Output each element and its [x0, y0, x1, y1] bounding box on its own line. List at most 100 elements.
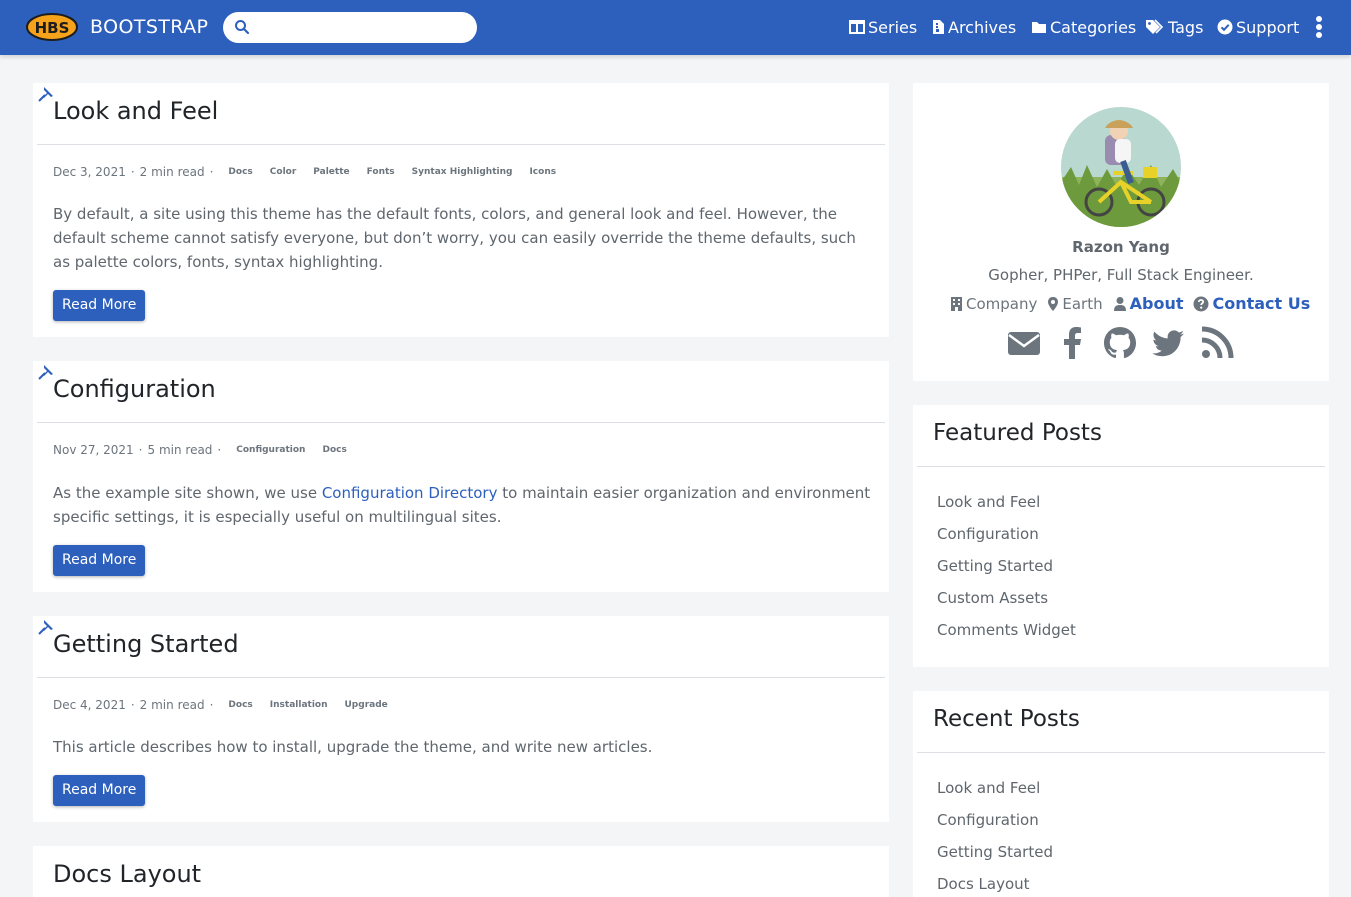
featured-posts-title: Featured Posts: [933, 420, 1102, 446]
post-meta: Dec 3, 2021 · 2 min read · Docs Color Pa…: [53, 165, 558, 179]
post-title[interactable]: Getting Started: [53, 630, 239, 658]
brand-name[interactable]: BOOTSTRAP: [90, 16, 208, 38]
folder-icon: [1032, 22, 1046, 33]
profile-name: Razon Yang: [1072, 238, 1170, 256]
recent-post-link[interactable]: Configuration: [937, 811, 1039, 829]
rss-icon[interactable]: [1200, 326, 1234, 360]
contact-link[interactable]: Contact Us: [1193, 294, 1310, 313]
recent-post-link[interactable]: Look and Feel: [937, 779, 1040, 797]
github-icon[interactable]: [1103, 326, 1137, 360]
read-more-button[interactable]: Read More: [53, 545, 146, 576]
check-circle-icon: [1217, 19, 1233, 35]
question-circle-icon: [1193, 296, 1209, 311]
columns-icon: [849, 20, 865, 34]
svg-text:HBS: HBS: [35, 19, 70, 37]
tag-docs[interactable]: Docs: [226, 698, 254, 712]
post-title[interactable]: Look and Feel: [53, 97, 218, 125]
post-summary: This article describes how to install, u…: [53, 738, 653, 756]
featured-post-link[interactable]: Configuration: [937, 525, 1039, 543]
divider: [917, 466, 1325, 467]
tag-docs[interactable]: Docs: [226, 165, 254, 179]
tag-upgrade[interactable]: Upgrade: [343, 698, 390, 712]
map-marker-icon: [1048, 296, 1059, 311]
recent-post-link[interactable]: Getting Started: [937, 843, 1053, 861]
nav-support[interactable]: Support: [1217, 17, 1299, 37]
tag-fonts[interactable]: Fonts: [365, 165, 397, 179]
tag-icons[interactable]: Icons: [527, 165, 558, 179]
featured-post-link[interactable]: Custom Assets: [937, 589, 1048, 607]
read-more-button[interactable]: Read More: [53, 290, 146, 321]
facebook-icon[interactable]: [1056, 326, 1090, 360]
top-navbar: HBS BOOTSTRAP Series Archives Categories: [0, 0, 1351, 55]
profile-company: Company: [950, 295, 1037, 313]
nav-archives-label: Archives: [948, 17, 1017, 37]
tag-configuration[interactable]: Configuration: [234, 443, 307, 457]
post-date: Nov 27, 2021: [53, 443, 134, 457]
tag-docs[interactable]: Docs: [320, 443, 348, 457]
recent-posts-title: Recent Posts: [933, 706, 1080, 732]
nav-archives[interactable]: Archives: [932, 17, 1016, 37]
post-card-docs-layout: Docs Layout: [33, 846, 889, 897]
featured-posts-card: Featured Posts Look and Feel Configurati…: [913, 405, 1329, 667]
search-icon: [235, 20, 250, 35]
nav-categories-label: Categories: [1050, 17, 1137, 37]
profile-bio: Gopher, PHPer, Full Stack Engineer.: [988, 266, 1254, 284]
pin-icon: [38, 87, 53, 102]
post-card-look-and-feel: Look and Feel Dec 3, 2021 · 2 min read ·…: [33, 83, 889, 337]
envelope-icon[interactable]: [1007, 326, 1041, 360]
tag-installation[interactable]: Installation: [268, 698, 330, 712]
about-label[interactable]: About: [1130, 294, 1184, 313]
post-read-time: 2 min read: [139, 165, 205, 179]
nav-series[interactable]: Series: [849, 17, 917, 37]
site-logo[interactable]: HBS: [26, 13, 78, 41]
nav-tags[interactable]: Tags: [1145, 17, 1203, 37]
post-summary: As the example site shown, we use Config…: [53, 481, 873, 529]
company-label: Company: [966, 294, 1038, 313]
nav-support-label: Support: [1236, 17, 1300, 37]
search-box[interactable]: [223, 12, 477, 43]
post-meta: Nov 27, 2021 · 5 min read · Configuratio…: [53, 443, 348, 457]
featured-post-link[interactable]: Getting Started: [937, 557, 1053, 575]
post-summary: By default, a site using this theme has …: [53, 205, 856, 271]
featured-post-link[interactable]: Look and Feel: [937, 493, 1040, 511]
search-input[interactable]: [257, 16, 467, 39]
location-label: Earth: [1062, 294, 1103, 313]
contact-label[interactable]: Contact Us: [1212, 294, 1310, 313]
summary-text: As the example site shown, we use: [53, 484, 322, 502]
twitter-icon[interactable]: [1151, 326, 1185, 360]
tag-palette[interactable]: Palette: [311, 165, 351, 179]
divider: [917, 752, 1325, 753]
profile-location: Earth: [1047, 294, 1103, 313]
read-more-button[interactable]: Read More: [53, 775, 146, 806]
pin-icon: [38, 620, 53, 635]
featured-post-link[interactable]: Comments Widget: [937, 621, 1076, 639]
post-read-time: 5 min read: [147, 443, 213, 457]
post-title[interactable]: Configuration: [53, 375, 216, 403]
post-date: Dec 3, 2021: [53, 165, 126, 179]
tag-color[interactable]: Color: [268, 165, 299, 179]
recent-post-link[interactable]: Docs Layout: [937, 875, 1030, 893]
profile-links: Company Earth About Contact Us: [950, 294, 1320, 313]
post-meta: Dec 4, 2021 · 2 min read · Docs Installa…: [53, 698, 390, 712]
divider: [37, 144, 885, 145]
about-link[interactable]: About: [1113, 294, 1184, 313]
divider: [37, 677, 885, 678]
configuration-directory-link[interactable]: Configuration Directory: [322, 484, 498, 502]
tags-icon: [1146, 19, 1164, 34]
divider: [37, 422, 885, 423]
post-card-getting-started: Getting Started Dec 4, 2021 · 2 min read…: [33, 616, 889, 822]
building-icon: [951, 296, 962, 311]
avatar[interactable]: [1061, 107, 1181, 227]
nav-series-label: Series: [868, 17, 918, 37]
profile-card: Razon Yang Gopher, PHPer, Full Stack Eng…: [913, 83, 1329, 381]
recent-posts-card: Recent Posts Look and Feel Configuration…: [913, 691, 1329, 897]
post-read-time: 2 min read: [139, 698, 205, 712]
file-archive-icon: [933, 20, 944, 34]
tag-syntax-highlighting[interactable]: Syntax Highlighting: [410, 165, 515, 179]
pin-icon: [38, 365, 53, 380]
ellipsis-vertical-icon[interactable]: [1315, 16, 1323, 38]
post-card-configuration: Configuration Nov 27, 2021 · 5 min read …: [33, 361, 889, 592]
nav-categories[interactable]: Categories: [1031, 17, 1136, 37]
user-icon: [1113, 296, 1126, 311]
post-title[interactable]: Docs Layout: [53, 860, 201, 888]
